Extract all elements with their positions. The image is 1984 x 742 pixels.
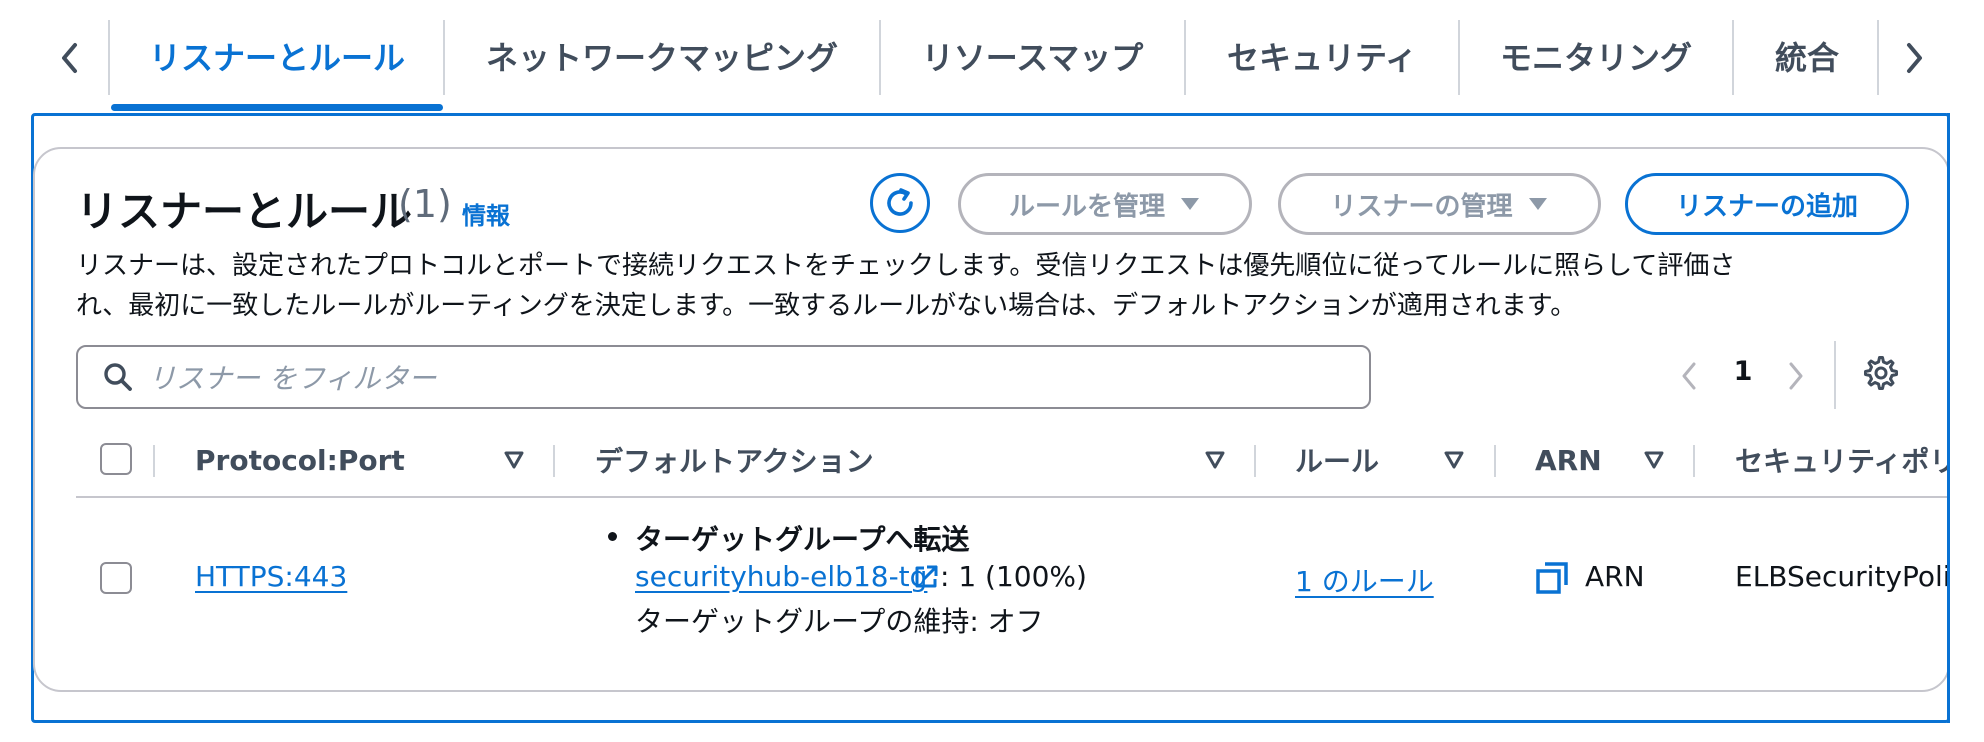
listener-filter-input[interactable]: リスナー をフィルター — [76, 345, 1371, 409]
target-group-link[interactable]: securityhub-elb18-tg — [635, 560, 927, 593]
copy-icon[interactable] — [1535, 561, 1569, 595]
caret-down-icon — [1528, 198, 1547, 210]
tab-resource-map[interactable]: リソースマップ — [881, 20, 1184, 92]
tab-integrations[interactable]: 統合 — [1734, 20, 1880, 92]
manage-listener-label: リスナーの管理 — [1330, 191, 1513, 222]
manage-listener-button[interactable]: リスナーの管理 — [1278, 173, 1601, 235]
info-link[interactable]: 情報 — [462, 196, 510, 231]
pagination-divider — [1834, 341, 1836, 409]
description-line-1: リスナーは、設定されたプロトコルとポートで接続リクエストをチェックします。受信リ… — [76, 251, 1736, 281]
rules-link[interactable]: 1 のルール — [1295, 560, 1434, 600]
sort-caret-icon[interactable] — [1643, 450, 1665, 470]
scroll-clip — [1950, 113, 1984, 742]
column-header-default-action[interactable]: デフォルトアクション — [595, 440, 874, 480]
column-header-arn[interactable]: ARN — [1535, 440, 1602, 480]
refresh-icon — [887, 188, 913, 216]
column-divider — [1254, 445, 1256, 477]
search-icon — [104, 363, 132, 391]
external-link-icon[interactable] — [912, 563, 940, 591]
stickiness-status: ターゲットグループの維持: オフ — [635, 605, 1044, 638]
tab-monitoring[interactable]: モニタリング — [1460, 20, 1732, 92]
next-page-icon[interactable] — [1781, 354, 1811, 398]
previous-page-icon[interactable] — [1674, 354, 1704, 398]
section-description: リスナーは、設定されたプロトコルとポートで接続リクエストをチェックします。受信リ… — [76, 246, 1886, 326]
column-divider — [1693, 445, 1695, 477]
sort-caret-icon[interactable] — [1204, 450, 1226, 470]
tab-divider — [108, 20, 110, 95]
list-bullet — [608, 532, 617, 541]
column-header-protocol-port[interactable]: Protocol:Port — [195, 440, 405, 480]
target-weight: : 1 (100%) — [940, 560, 1087, 593]
section-title: リスナーとルール — [76, 187, 413, 236]
active-tab-indicator — [111, 104, 443, 111]
security-policy-value: ELBSecurityPolicy — [1735, 560, 1983, 593]
listener-protocol-port-link[interactable]: HTTPS:443 — [195, 560, 347, 593]
column-header-security-policy[interactable]: セキュリティポリ — [1735, 440, 1957, 480]
refresh-button[interactable] — [870, 173, 930, 233]
column-divider — [553, 445, 555, 477]
arn-copy-label[interactable]: ARN — [1585, 560, 1645, 593]
column-divider — [1494, 445, 1496, 477]
tab-divider — [1877, 20, 1879, 95]
add-listener-button[interactable]: リスナーの追加 — [1625, 173, 1909, 235]
tab-security[interactable]: セキュリティ — [1186, 20, 1458, 92]
listener-count: (1) — [398, 182, 452, 226]
description-line-2: れ、最初に一致したルールがルーティングを決定します。一致するルールがない場合は、… — [76, 291, 1577, 321]
caret-down-icon — [1181, 198, 1199, 210]
default-action-title: ターゲットグループへ転送 — [635, 523, 970, 556]
tab-bar: リスナーとルール ネットワークマッピング リソースマップ セキュリティ モニタリ… — [0, 0, 1984, 113]
current-page-number[interactable]: 1 — [1728, 356, 1758, 387]
select-all-checkbox[interactable] — [100, 443, 132, 475]
gear-icon[interactable] — [1863, 355, 1899, 391]
tab-listeners-and-rules[interactable]: リスナーとルール — [111, 20, 443, 92]
manage-rules-button[interactable]: ルールを管理 — [958, 173, 1252, 235]
manage-rules-label: ルールを管理 — [1008, 191, 1165, 222]
tabs-scroll-right-icon[interactable] — [1900, 38, 1930, 78]
row-select-checkbox[interactable] — [100, 562, 132, 594]
tabs-scroll-left-icon[interactable] — [54, 38, 84, 78]
sort-caret-icon[interactable] — [1443, 450, 1465, 470]
sort-caret-icon[interactable] — [503, 450, 525, 470]
column-divider — [153, 445, 155, 477]
column-header-rules[interactable]: ルール — [1295, 440, 1379, 480]
frame-right-border — [1947, 113, 1950, 723]
filter-placeholder: リスナー をフィルター — [148, 362, 437, 395]
tab-network-mapping[interactable]: ネットワークマッピング — [445, 20, 879, 92]
table-header-divider — [76, 496, 1950, 498]
